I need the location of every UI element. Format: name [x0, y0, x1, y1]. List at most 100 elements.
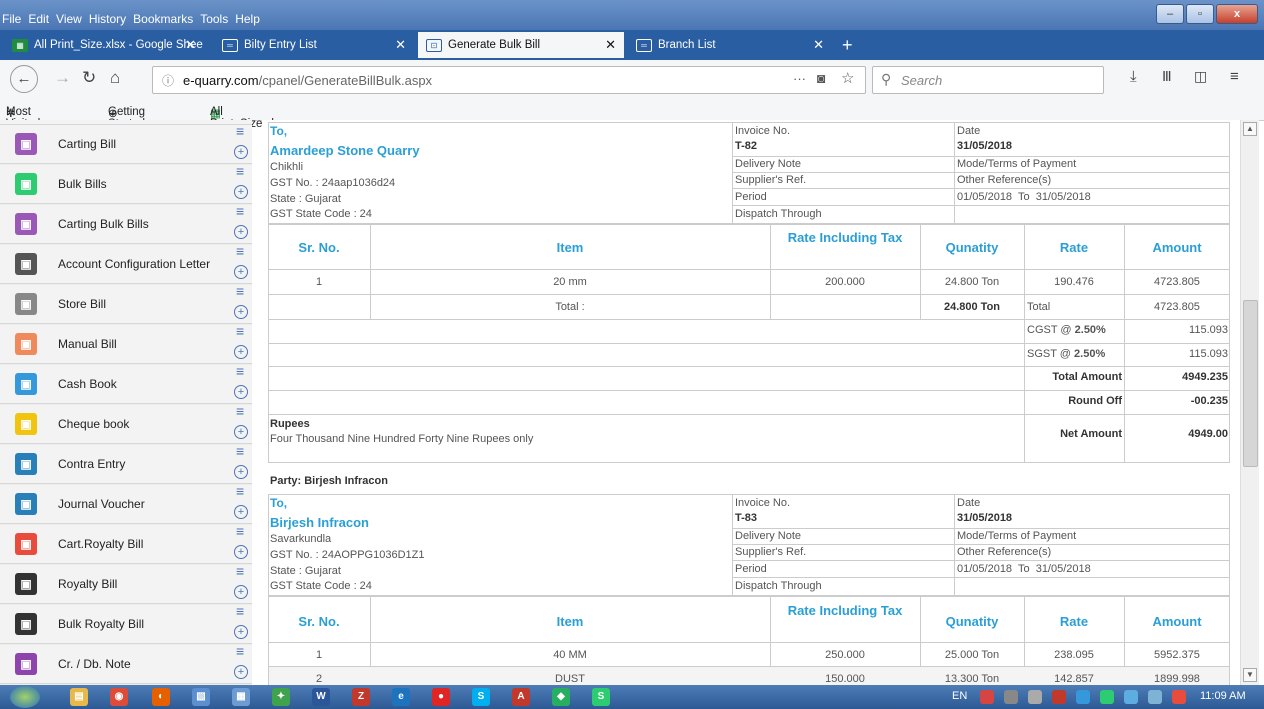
tray-icon[interactable] [1004, 690, 1018, 704]
menu-bookmarks[interactable]: Bookmarks [133, 12, 193, 26]
tray-icon[interactable] [1076, 690, 1090, 704]
list-icon[interactable]: ≡ [236, 404, 246, 418]
close-tab-icon[interactable]: ✕ [605, 37, 616, 53]
sheets-icon[interactable]: S [592, 688, 610, 706]
list-icon[interactable]: ≡ [236, 284, 246, 298]
menu-edit[interactable]: Edit [28, 12, 49, 26]
add-icon[interactable]: + [234, 665, 248, 679]
forward-button[interactable]: → [54, 68, 71, 88]
tab-generate-bulk-bill[interactable]: ⊡ Generate Bulk Bill ✕ [418, 32, 624, 58]
explorer-icon[interactable]: ▤ [70, 688, 88, 706]
minimize-button[interactable]: – [1156, 4, 1184, 24]
hamburger-menu-icon[interactable]: ≡ [1230, 68, 1239, 85]
tray-icon[interactable] [1100, 690, 1114, 704]
tray-icon[interactable] [980, 690, 994, 704]
list-icon[interactable]: ≡ [236, 244, 246, 258]
add-icon[interactable]: + [234, 625, 248, 639]
app-icon[interactable]: ◆ [552, 688, 570, 706]
list-icon[interactable]: ≡ [236, 444, 246, 458]
sidebar-item-store-bill[interactable]: ▣ Store Bill ≡ + [0, 284, 252, 324]
chrome-icon[interactable]: ◉ [110, 688, 128, 706]
list-icon[interactable]: ≡ [236, 124, 246, 138]
menu-help[interactable]: Help [235, 12, 260, 26]
menu-view[interactable]: View [56, 12, 82, 26]
bookmark-star-icon[interactable]: ☆ [841, 69, 854, 87]
list-icon[interactable]: ≡ [236, 604, 246, 618]
list-icon[interactable]: ≡ [236, 564, 246, 578]
menu-file[interactable]: File [2, 12, 21, 26]
network-icon[interactable] [1028, 690, 1042, 704]
scroll-down-icon[interactable]: ▼ [1243, 668, 1257, 682]
acrobat-icon[interactable]: A [512, 688, 530, 706]
language-indicator[interactable]: EN [952, 690, 967, 702]
notepad-icon[interactable]: ▦ [232, 688, 250, 706]
sidebar-item-bulk-bills[interactable]: ▣ Bulk Bills ≡ + [0, 164, 252, 204]
sidebar-item-cr-db-note[interactable]: ▣ Cr. / Db. Note ≡ + [0, 644, 252, 684]
filezilla-icon[interactable]: Z [352, 688, 370, 706]
clock[interactable]: 11:09 AM [1200, 690, 1246, 702]
sidebar-item-carting-bulk-bills[interactable]: ▣ Carting Bulk Bills ≡ + [0, 204, 252, 244]
tray-icon[interactable] [1172, 690, 1186, 704]
pocket-icon[interactable]: ◙ [817, 70, 825, 86]
library-icon[interactable]: Ⅲ [1162, 68, 1172, 85]
sidebar-item-journal-voucher[interactable]: ▣ Journal Voucher ≡ + [0, 484, 252, 524]
page-actions-icon[interactable]: ··· [793, 71, 806, 86]
start-button[interactable] [10, 686, 40, 708]
ie-icon[interactable]: e [392, 688, 410, 706]
close-tab-icon[interactable]: ✕ [185, 37, 196, 53]
sidebar-item-carting-bill[interactable]: ▣ Carting Bill ≡ + [0, 124, 252, 164]
add-icon[interactable]: + [234, 545, 248, 559]
list-icon[interactable]: ≡ [236, 524, 246, 538]
word-icon[interactable]: W [312, 688, 330, 706]
new-tab-button[interactable]: + [836, 32, 862, 58]
download-icon[interactable]: ⤓ [1130, 68, 1137, 85]
back-button[interactable]: ← [10, 65, 38, 93]
tab-sheets[interactable]: ▦ All Print_Size.xlsx - Google Shee ✕ [4, 32, 204, 58]
add-icon[interactable]: + [234, 265, 248, 279]
add-icon[interactable]: + [234, 585, 248, 599]
add-icon[interactable]: + [234, 145, 248, 159]
sidebar-toggle-icon[interactable]: ◫ [1194, 68, 1207, 85]
list-icon[interactable]: ≡ [236, 364, 246, 378]
sidebar-item-account-configuration-letter[interactable]: ▣ Account Configuration Letter ≡ + [0, 244, 252, 284]
firefox-icon[interactable]: ◐ [152, 688, 170, 706]
close-tab-icon[interactable]: ✕ [395, 37, 406, 53]
search-input[interactable]: ⚲ Search [872, 66, 1104, 94]
app-icon[interactable]: ● [432, 688, 450, 706]
list-icon[interactable]: ≡ [236, 644, 246, 658]
tray-icon[interactable] [1148, 690, 1162, 704]
close-window-button[interactable]: x [1216, 4, 1258, 24]
menu-tools[interactable]: Tools [200, 12, 228, 26]
url-bar[interactable]: ⓘ e-quarry.com/cpanel/GenerateBillBulk.a… [152, 66, 866, 94]
home-button[interactable]: ⌂ [110, 68, 120, 88]
add-icon[interactable]: + [234, 465, 248, 479]
menu-history[interactable]: History [89, 12, 126, 26]
tab-branch-list[interactable]: ═ Branch List ✕ [628, 32, 832, 58]
list-icon[interactable]: ≡ [236, 324, 246, 338]
maximize-button[interactable]: ▫ [1186, 4, 1214, 24]
tab-bilty[interactable]: ═ Bilty Entry List ✕ [214, 32, 414, 58]
app-icon[interactable]: ▧ [192, 688, 210, 706]
add-icon[interactable]: + [234, 225, 248, 239]
sidebar-item-cart-royalty-bill[interactable]: ▣ Cart.Royalty Bill ≡ + [0, 524, 252, 564]
list-icon[interactable]: ≡ [236, 164, 246, 178]
add-icon[interactable]: + [234, 505, 248, 519]
add-icon[interactable]: + [234, 385, 248, 399]
list-icon[interactable]: ≡ [236, 484, 246, 498]
info-icon[interactable]: ⓘ [162, 72, 174, 89]
close-tab-icon[interactable]: ✕ [813, 37, 824, 53]
add-icon[interactable]: + [234, 425, 248, 439]
reload-button[interactable]: ↻ [82, 68, 96, 88]
app-icon[interactable]: ✦ [272, 688, 290, 706]
sidebar-item-manual-bill[interactable]: ▣ Manual Bill ≡ + [0, 324, 252, 364]
vertical-scrollbar[interactable]: ▲ ▼ [1240, 120, 1259, 685]
skype-icon[interactable]: S [472, 688, 490, 706]
sidebar-item-cash-book[interactable]: ▣ Cash Book ≡ + [0, 364, 252, 404]
add-icon[interactable]: + [234, 185, 248, 199]
sidebar-item-cheque-book[interactable]: ▣ Cheque book ≡ + [0, 404, 252, 444]
list-icon[interactable]: ≡ [236, 204, 246, 218]
scroll-up-icon[interactable]: ▲ [1243, 122, 1257, 136]
volume-icon[interactable] [1052, 690, 1066, 704]
sidebar-item-contra-entry[interactable]: ▣ Contra Entry ≡ + [0, 444, 252, 484]
sidebar-item-royalty-bill[interactable]: ▣ Royalty Bill ≡ + [0, 564, 252, 604]
